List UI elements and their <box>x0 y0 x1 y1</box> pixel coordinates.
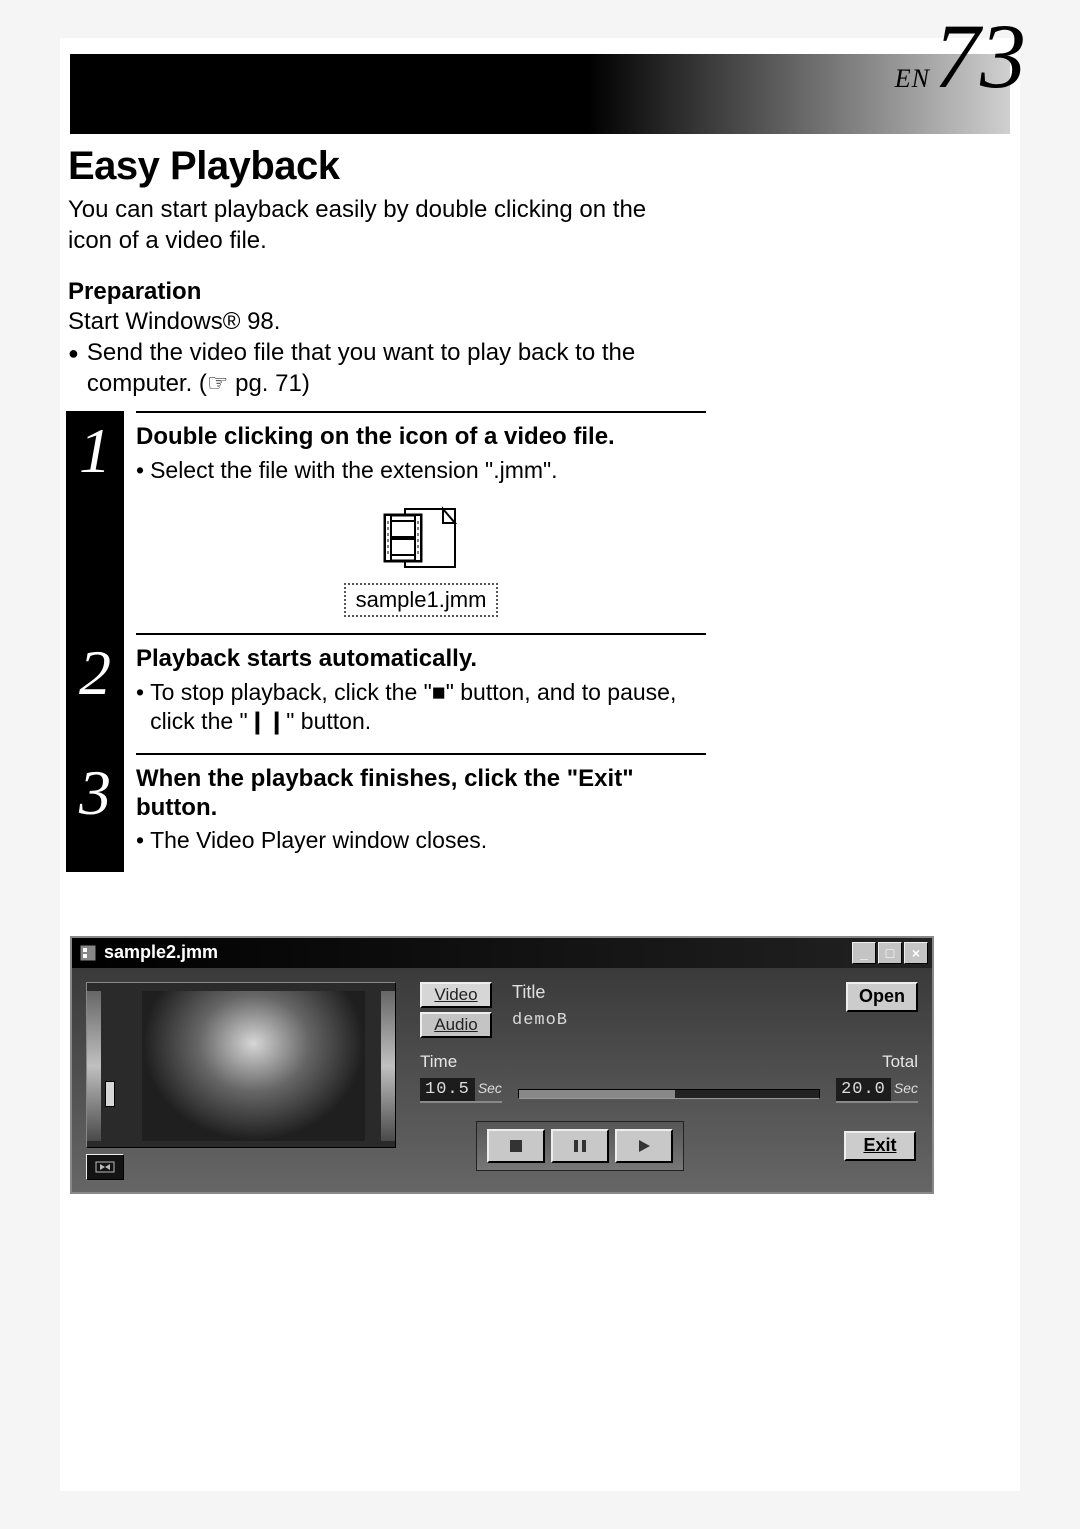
video-file-icon <box>377 503 465 573</box>
video-preview <box>86 982 396 1148</box>
playback-controls <box>476 1121 684 1171</box>
preparation-line: Start Windows® 98. <box>68 308 802 336</box>
film-strip-right-icon <box>381 991 395 1141</box>
bullet-dot-icon: • <box>136 826 144 855</box>
step-3: 3 When the playback finishes, click the … <box>66 753 706 872</box>
time-label: Time <box>420 1052 502 1072</box>
film-strip-left-icon <box>87 991 101 1141</box>
total-label: Total <box>882 1052 918 1072</box>
window-titlebar[interactable]: sample2.jmm _ □ × <box>72 938 932 968</box>
manual-page: EN 73 Easy Playback You can start playba… <box>60 38 1020 1491</box>
step-heading: Playback starts automatically. <box>136 645 706 674</box>
player-body: Video Audio Title demoB Open Time <box>72 968 932 1192</box>
title-label: Title <box>512 982 568 1003</box>
steps-container: 1 Double clicking on the icon of a video… <box>66 411 706 872</box>
app-icon <box>79 944 97 962</box>
total-value: 20.0 <box>836 1078 891 1101</box>
step-bullet-text: To stop playback, click the "■" button, … <box>150 678 706 737</box>
minimize-button[interactable]: _ <box>852 942 876 964</box>
section-title: Easy Playback <box>68 144 802 189</box>
video-tab[interactable]: Video <box>420 982 492 1008</box>
maximize-button[interactable]: □ <box>878 942 902 964</box>
time-value: 10.5 <box>420 1078 475 1101</box>
audio-tab[interactable]: Audio <box>420 1012 492 1038</box>
title-value: demoB <box>512 1011 568 1030</box>
window-title: sample2.jmm <box>104 942 218 963</box>
page-number-value: 73 <box>934 5 1026 107</box>
step-number: 1 <box>66 411 124 482</box>
preparation-bullet-text: Send the video file that you want to pla… <box>87 338 678 398</box>
page-number: EN 73 <box>895 10 1026 102</box>
step-number: 2 <box>66 633 124 704</box>
bullet-dot-icon: • <box>136 456 144 485</box>
step-heading: Double clicking on the icon of a video f… <box>136 423 706 452</box>
open-button[interactable]: Open <box>846 982 918 1012</box>
play-button[interactable] <box>615 1129 673 1163</box>
header-gradient-bar <box>70 54 1010 134</box>
step-heading: When the playback finishes, click the "E… <box>136 765 706 823</box>
video-player-window: sample2.jmm _ □ × <box>70 936 934 1194</box>
mini-player-button[interactable] <box>86 1154 124 1180</box>
lang-label: EN <box>895 64 930 93</box>
intro-text: You can start playback easily by double … <box>68 195 668 256</box>
preparation-heading: Preparation <box>68 278 802 306</box>
pause-button[interactable] <box>551 1129 609 1163</box>
stop-button[interactable] <box>487 1129 545 1163</box>
file-icon-illustration: sample1.jmm <box>136 503 706 617</box>
step-bullet-text: The Video Player window closes. <box>150 826 487 855</box>
preparation-bullet: ● Send the video file that you want to p… <box>68 338 678 398</box>
exit-button[interactable]: Exit <box>844 1131 916 1161</box>
progress-fill <box>519 1090 675 1098</box>
step-number: 3 <box>66 753 124 824</box>
video-frame-image <box>142 991 365 1141</box>
step-2: 2 Playback starts automatically. • To st… <box>66 633 706 753</box>
progress-bar[interactable] <box>518 1089 820 1099</box>
video-scrub-handle[interactable] <box>105 1081 115 1107</box>
bullet-dot-icon: • <box>136 678 144 737</box>
time-unit: Sec <box>478 1080 502 1096</box>
file-icon-label: sample1.jmm <box>344 583 499 617</box>
close-button[interactable]: × <box>904 942 928 964</box>
step-1: 1 Double clicking on the icon of a video… <box>66 411 706 633</box>
bullet-dot-icon: ● <box>68 338 79 398</box>
step-bullet-text: Select the file with the extension ".jmm… <box>150 456 558 485</box>
total-unit: Sec <box>894 1080 918 1096</box>
